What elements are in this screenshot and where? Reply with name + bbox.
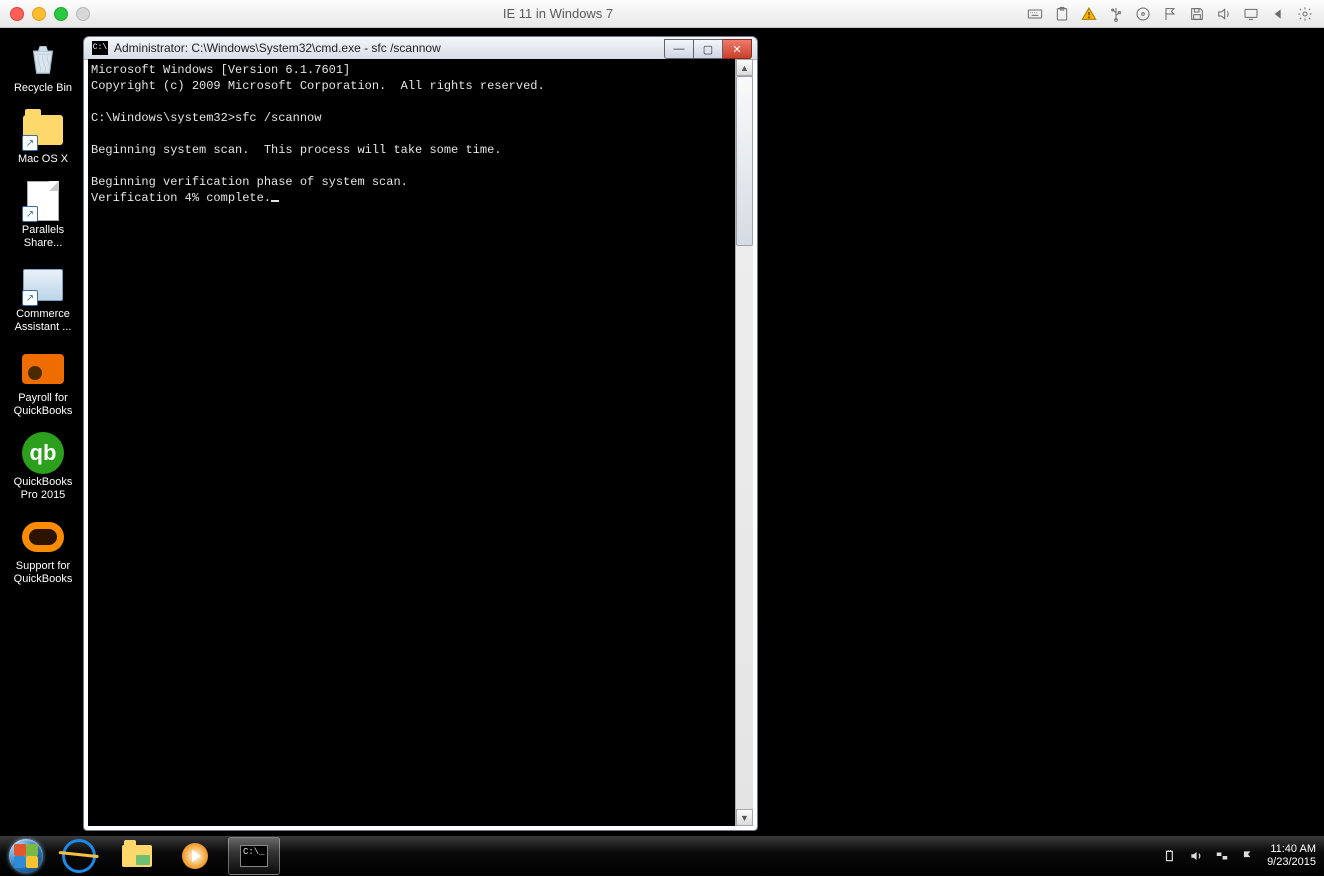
cmd-titlebar[interactable]: Administrator: C:\Windows\System32\cmd.e… [84, 37, 757, 60]
app-icon: ↗ [22, 264, 64, 306]
usb-icon[interactable] [1107, 5, 1125, 23]
tray-action-center-icon[interactable] [1241, 849, 1255, 863]
tray-power-icon[interactable] [1163, 849, 1177, 863]
cmd-client-area: Microsoft Windows [Version 6.1.7601] Cop… [88, 59, 753, 826]
close-traffic-light[interactable] [10, 7, 24, 21]
taskbar-media-player[interactable] [170, 838, 220, 874]
minimize-button[interactable]: — [664, 39, 694, 59]
cmd-output[interactable]: Microsoft Windows [Version 6.1.7601] Cop… [88, 59, 735, 826]
gear-icon[interactable] [1296, 5, 1314, 23]
taskbar-internet-explorer[interactable] [54, 838, 104, 874]
vm-desktop[interactable]: Recycle Bin ↗ Mac OS X ↗ Parallels Share… [0, 28, 1324, 876]
flag-icon[interactable] [1161, 5, 1179, 23]
traffic-lights [10, 7, 90, 21]
zoom-traffic-light[interactable] [54, 7, 68, 21]
desktop-icon-support-qb[interactable]: Support for QuickBooks [6, 516, 80, 586]
cmd-task-icon: C:\_ [240, 845, 268, 867]
recycle-bin-icon [22, 38, 64, 80]
ie-icon [59, 836, 99, 876]
desktop-icon-label: Mac OS X [18, 153, 68, 166]
keyboard-icon[interactable] [1026, 5, 1044, 23]
folder-icon: ↗ [22, 109, 64, 151]
desktop-icon-recycle-bin[interactable]: Recycle Bin [6, 38, 80, 95]
scroll-down-button[interactable]: ▼ [736, 809, 753, 826]
desktop-icon-label: Payroll for QuickBooks [14, 392, 73, 418]
taskbar-clock[interactable]: 11:40 AM 9/23/2015 [1267, 843, 1318, 869]
parallels-toolbar [1026, 5, 1314, 23]
scroll-thumb[interactable] [736, 76, 753, 246]
mac-window-titlebar: IE 11 in Windows 7 [0, 0, 1324, 28]
window-controls: — ▢ ✕ [664, 39, 752, 57]
life-preserver-icon [22, 516, 64, 558]
desktop-icon-label: Support for QuickBooks [14, 560, 73, 586]
quickbooks-icon: qb [22, 432, 64, 474]
cmd-icon [92, 41, 108, 55]
close-button[interactable]: ✕ [723, 39, 752, 59]
explorer-icon [122, 845, 152, 867]
minimize-traffic-light[interactable] [32, 7, 46, 21]
desktop-icon-label: Commerce Assistant ... [15, 308, 72, 334]
taskbar-cmd[interactable]: C:\_ [228, 837, 280, 875]
back-triangle-icon[interactable] [1269, 5, 1287, 23]
desktop-icon-label: QuickBooks Pro 2015 [14, 476, 73, 502]
display-icon[interactable] [1242, 5, 1260, 23]
clipboard-icon[interactable] [1053, 5, 1071, 23]
cmd-window-title: Administrator: C:\Windows\System32\cmd.e… [114, 41, 664, 55]
tray-network-icon[interactable] [1215, 849, 1229, 863]
desktop-icon-mac-os-x[interactable]: ↗ Mac OS X [6, 109, 80, 166]
taskbar-file-explorer[interactable] [112, 838, 162, 874]
windows-taskbar: C:\_ 11:40 AM 9/23/2015 [0, 836, 1324, 876]
scroll-up-button[interactable]: ▲ [736, 59, 753, 76]
clock-time: 11:40 AM [1267, 843, 1316, 856]
system-tray: 11:40 AM 9/23/2015 [1163, 843, 1318, 869]
tray-volume-icon[interactable] [1189, 849, 1203, 863]
inactive-traffic-light [76, 7, 90, 21]
start-orb-icon [9, 839, 43, 873]
start-button[interactable] [6, 836, 46, 876]
wmp-icon [182, 843, 208, 869]
desktop-icon-quickbooks-pro[interactable]: qb QuickBooks Pro 2015 [6, 432, 80, 502]
floppy-icon[interactable] [1188, 5, 1206, 23]
warning-icon[interactable] [1080, 5, 1098, 23]
sound-icon[interactable] [1215, 5, 1233, 23]
desktop-icon-commerce-assistant[interactable]: ↗ Commerce Assistant ... [6, 264, 80, 334]
clock-date: 9/23/2015 [1267, 856, 1316, 869]
maximize-button[interactable]: ▢ [694, 39, 723, 59]
desktop-icon-label: Parallels Share... [22, 224, 64, 250]
cmd-scrollbar[interactable]: ▲ ▼ [735, 59, 753, 826]
cmd-window[interactable]: Administrator: C:\Windows\System32\cmd.e… [83, 36, 758, 831]
desktop-icon-parallels-share[interactable]: ↗ Parallels Share... [6, 180, 80, 250]
disc-icon[interactable] [1134, 5, 1152, 23]
desktop-icon-payroll-qb[interactable]: Payroll for QuickBooks [6, 348, 80, 418]
desktop-icon-label: Recycle Bin [14, 82, 72, 95]
document-icon: ↗ [22, 180, 64, 222]
mac-window-title: IE 11 in Windows 7 [503, 6, 613, 21]
payroll-icon [22, 348, 64, 390]
desktop-icons-column: Recycle Bin ↗ Mac OS X ↗ Parallels Share… [6, 38, 80, 586]
